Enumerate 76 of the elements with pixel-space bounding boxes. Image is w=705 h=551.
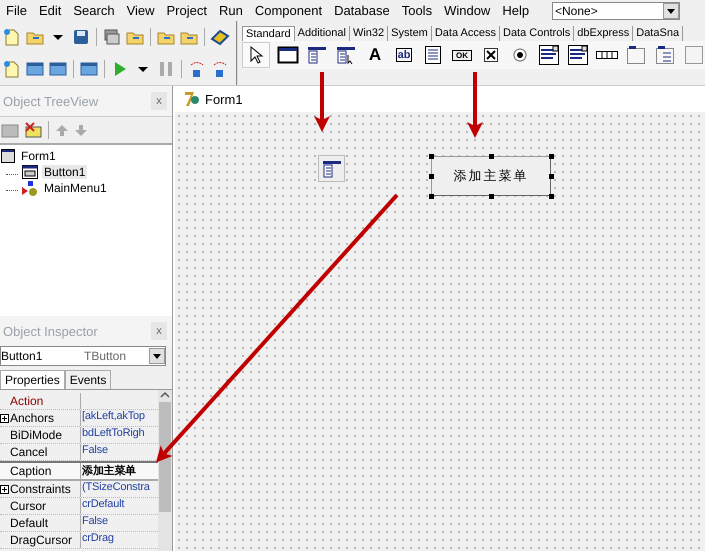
property-value[interactable]: crDrag	[82, 532, 114, 544]
button-component-icon	[21, 164, 39, 180]
scroll-up-icon[interactable]	[159, 390, 171, 400]
palette-tab[interactable]: Standard	[242, 26, 295, 41]
form-button[interactable]: 添加主菜单	[431, 156, 551, 196]
property-name[interactable]: Cursor	[10, 499, 46, 513]
resize-handle[interactable]	[489, 194, 494, 199]
property-value[interactable]: bdLeftToRigh	[82, 427, 144, 439]
panel-title: Object TreeView	[3, 94, 98, 108]
list-box-icon[interactable]	[538, 44, 560, 66]
menu-item[interactable]: Window	[438, 3, 496, 18]
menu-item[interactable]: Search	[67, 3, 121, 18]
menu-item[interactable]: View	[120, 3, 161, 18]
property-name[interactable]: Caption	[10, 464, 52, 478]
close-button[interactable]: x	[151, 92, 167, 110]
panel-title: Object Inspector	[3, 324, 98, 338]
form-title: Form1	[205, 92, 243, 106]
menu-item[interactable]: Database	[328, 3, 396, 18]
scrollbar[interactable]	[158, 390, 172, 551]
main-menu-icon[interactable]	[306, 44, 328, 66]
property-value[interactable]: (TSizeConstra	[82, 481, 150, 493]
menu-item[interactable]: Help	[496, 3, 536, 18]
save-icon[interactable]	[71, 27, 91, 47]
component-combo[interactable]: <None>	[552, 2, 680, 20]
property-value[interactable]: 添加主菜单	[82, 465, 136, 477]
property-name[interactable]: Cancel	[10, 445, 48, 459]
menu-item[interactable]: Project	[160, 3, 213, 18]
annotation-arrow	[467, 72, 483, 138]
property-value[interactable]: False	[82, 444, 108, 456]
stacked-windows-icon[interactable]	[102, 27, 122, 47]
property-name[interactable]: BiDiMode	[10, 428, 62, 442]
expand-icon[interactable]	[0, 414, 9, 422]
dropdown-caret-icon	[663, 2, 679, 18]
radio-group-icon[interactable]	[654, 44, 676, 66]
close-button[interactable]: x	[151, 322, 167, 340]
menu-component-icon	[21, 180, 39, 196]
property-name[interactable]: DragCursor	[10, 533, 72, 547]
object-selector[interactable]: Button1 TButton	[0, 346, 166, 366]
tree-item[interactable]: MainMenu1	[42, 181, 109, 195]
menu-item[interactable]: File	[0, 3, 33, 18]
annotation-arrow	[314, 72, 330, 132]
tree-item[interactable]: Button1	[42, 165, 88, 179]
resize-handle[interactable]	[489, 154, 494, 159]
main-menu-component[interactable]	[318, 155, 345, 182]
property-name[interactable]: Anchors	[10, 411, 54, 425]
property-value[interactable]: crDefault	[82, 498, 124, 510]
delete-item-icon[interactable]	[23, 121, 43, 139]
property-value[interactable]: [akLeft,akTop	[82, 410, 145, 422]
panel-icon[interactable]	[683, 44, 705, 66]
frame-icon[interactable]	[277, 44, 299, 66]
pointer-icon[interactable]	[242, 42, 270, 68]
resize-handle[interactable]	[429, 194, 434, 199]
menu-item[interactable]: Component	[248, 3, 328, 18]
resize-handle[interactable]	[429, 154, 434, 159]
resize-handle[interactable]	[549, 174, 554, 179]
menu-item[interactable]: Tools	[396, 3, 438, 18]
label-icon[interactable]: A	[364, 44, 386, 66]
popup-menu-icon[interactable]	[335, 44, 357, 66]
resize-handle[interactable]	[549, 154, 554, 159]
property-name[interactable]: Action	[10, 394, 44, 408]
form-icon	[0, 148, 16, 164]
group-box-icon[interactable]	[625, 44, 647, 66]
property-name[interactable]: Constraints	[10, 482, 71, 496]
tree-item[interactable]: Form1	[19, 149, 58, 163]
inspector-tab[interactable]: Properties	[0, 370, 65, 389]
property-value[interactable]: False	[82, 515, 108, 527]
resize-handle[interactable]	[549, 194, 554, 199]
menu-item[interactable]: Edit	[32, 3, 68, 18]
menu-item[interactable]: Run	[212, 3, 249, 18]
property-name[interactable]: Default	[10, 516, 48, 530]
inspector-tab[interactable]: Events	[64, 370, 112, 389]
resize-handle[interactable]	[429, 174, 434, 179]
combo-box-icon[interactable]	[567, 44, 589, 66]
dropdown-caret-icon	[149, 348, 165, 364]
memo-icon[interactable]	[422, 44, 444, 66]
expand-icon[interactable]	[0, 484, 9, 494]
